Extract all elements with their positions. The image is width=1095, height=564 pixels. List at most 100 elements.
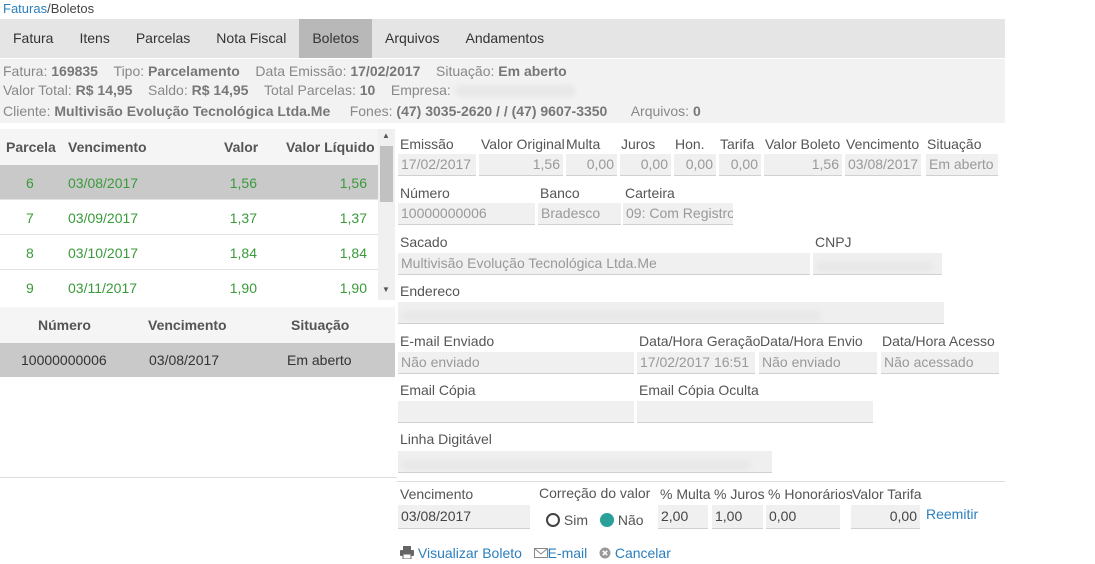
table-row[interactable]: 9 03/11/2017 1,90 1,90 — [0, 270, 378, 300]
tab-bar: Fatura Itens Parcelas Nota Fiscal Boleto… — [0, 19, 1005, 58]
correcao-nao-option[interactable]: Não — [600, 512, 644, 528]
cnpj-redacted — [816, 261, 934, 272]
parcelas-scroll-thumb[interactable] — [380, 146, 393, 202]
cliente-value: Multivisão Evolução Tecnológica Ltda.Me — [54, 103, 331, 119]
valor-tarifa-field[interactable]: 0,00 — [851, 505, 920, 529]
visualizar-boleto-button[interactable]: Visualizar Boleto — [400, 545, 526, 561]
linha-digitavel-field[interactable] — [398, 451, 772, 473]
data-geracao-label: Data/Hora Geração — [639, 333, 761, 349]
tab-parcelas[interactable]: Parcelas — [123, 19, 203, 58]
email-label: E-mail — [547, 545, 588, 561]
endereco-redacted — [401, 310, 821, 321]
tipo-value: Parcelamento — [148, 63, 240, 79]
empresa-redacted — [454, 85, 575, 98]
tab-itens[interactable]: Itens — [66, 19, 122, 58]
breadcrumb-faturas-link[interactable]: Faturas — [3, 1, 47, 16]
numero-field[interactable]: 10000000006 — [398, 203, 535, 225]
email-copia-oculta-field[interactable] — [637, 401, 873, 423]
email-button[interactable]: E-mail — [533, 545, 592, 561]
invoice-info-panel: Fatura: 169835 Tipo: Parcelamento Data E… — [0, 59, 1005, 123]
cancel-icon — [599, 547, 611, 559]
col-valor: Valor — [224, 139, 259, 155]
tarifa-field[interactable]: 0,00 — [719, 154, 761, 176]
vencimento-field[interactable]: 03/08/2017 — [845, 154, 921, 176]
email-copia-oculta-label: Email Cópia Oculta — [639, 382, 759, 398]
tab-nota-fiscal[interactable]: Nota Fiscal — [203, 19, 299, 58]
correcao-sim-option[interactable]: Sim — [546, 512, 588, 528]
endereco-label: Endereco — [400, 283, 460, 299]
sacado-field[interactable]: Multivisão Evolução Tecnológica Ltda.Me — [398, 253, 810, 275]
scroll-up-icon[interactable]: ▲ — [382, 131, 390, 140]
radio-sim[interactable] — [546, 513, 560, 527]
col-vencimento: Vencimento — [68, 139, 147, 155]
pct-juros-field[interactable]: 1,00 — [712, 505, 763, 529]
linha-digitavel-redacted — [401, 459, 751, 470]
col-vencimento: Vencimento — [148, 317, 227, 333]
email-copia-field[interactable] — [398, 401, 634, 423]
data-envio-label: Data/Hora Envio — [760, 333, 863, 349]
emissao-field[interactable]: 17/02/2017 — [398, 154, 476, 176]
juros-field[interactable]: 0,00 — [620, 154, 671, 176]
cell-liquido: 1,37 — [339, 210, 367, 226]
data-acesso-field[interactable]: Não acessado — [881, 352, 999, 374]
data-geracao-field[interactable]: 17/02/2017 16:51 — [637, 352, 755, 374]
parcelas-list: 6 03/08/2017 1,56 1,56 7 03/09/2017 1,37… — [0, 165, 378, 300]
email-enviado-field[interactable]: Não enviado — [398, 352, 634, 374]
endereco-field[interactable] — [398, 302, 944, 324]
cell-vencimento: 03/08/2017 — [68, 175, 139, 191]
hon-field[interactable]: 0,00 — [674, 154, 716, 176]
tab-fatura[interactable]: Fatura — [0, 19, 66, 58]
col-valor-liquido: Valor Líquido — [286, 139, 375, 155]
valor-original-field[interactable]: 1,56 — [479, 154, 563, 176]
pct-multa-label: % Multa — [660, 486, 711, 502]
tab-andamentos[interactable]: Andamentos — [453, 19, 558, 58]
cell-parcela: 8 — [26, 245, 34, 261]
multa-label: Multa — [566, 136, 601, 152]
reemitir-vencimento-field[interactable]: 03/08/2017 — [398, 505, 530, 529]
cancelar-button[interactable]: Cancelar — [599, 545, 671, 561]
table-row[interactable]: 8 03/10/2017 1,84 1,84 — [0, 235, 378, 270]
valor-boleto-field[interactable]: 1,56 — [764, 154, 842, 176]
cnpj-field[interactable] — [813, 253, 942, 275]
cell-liquido: 1,90 — [339, 280, 367, 296]
pct-multa-field[interactable]: 2,00 — [658, 505, 708, 529]
action-bar: Visualizar Boleto E-mail Cancelar — [400, 545, 671, 561]
juros-label: Juros — [621, 136, 656, 152]
email-enviado-label: E-mail Enviado — [400, 333, 495, 349]
valor-original-label: Valor Original — [481, 136, 565, 152]
cell-valor: 1,56 — [229, 175, 257, 191]
cell-valor: 1,37 — [229, 210, 257, 226]
banco-label: Banco — [540, 185, 580, 201]
reemitir-button[interactable]: Reemitir — [926, 506, 978, 522]
radio-nao[interactable] — [600, 513, 614, 527]
situacao-field[interactable]: Em aberto — [926, 154, 998, 176]
sacado-label: Sacado — [400, 234, 448, 250]
cancelar-label: Cancelar — [614, 545, 671, 561]
table-row[interactable]: 6 03/08/2017 1,56 1,56 — [0, 165, 378, 200]
table-row[interactable]: 10000000006 03/08/2017 Em aberto — [0, 343, 395, 377]
valor-total-label: Valor Total: — [3, 82, 72, 98]
pct-honorarios-field[interactable]: 0,00 — [766, 505, 840, 529]
info-row-1: Fatura: 169835 Tipo: Parcelamento Data E… — [3, 63, 567, 79]
boletos-header: Número Vencimento Situação — [0, 307, 395, 343]
numero-label: Número — [400, 185, 450, 201]
scroll-down-icon[interactable]: ▼ — [382, 285, 390, 294]
situacao-value: Em aberto — [498, 63, 567, 79]
tab-arquivos[interactable]: Arquivos — [372, 19, 452, 58]
cliente-label: Cliente: — [3, 103, 51, 119]
fatura-value: 169835 — [51, 63, 98, 79]
carteira-field[interactable]: 09: Com Registro — [623, 203, 733, 225]
pct-honorarios-label: % Honorários — [768, 486, 853, 502]
multa-field[interactable]: 0,00 — [566, 154, 617, 176]
tab-boletos[interactable]: Boletos — [299, 19, 373, 58]
emissao-label: Data Emissão: — [255, 63, 347, 79]
cell-numero: 10000000006 — [21, 352, 107, 368]
info-row-2: Valor Total: R$ 14,95 Saldo: R$ 14,95 To… — [3, 82, 575, 98]
table-row[interactable]: 7 03/09/2017 1,37 1,37 — [0, 200, 378, 235]
banco-field[interactable]: Bradesco — [538, 203, 621, 225]
fones-value: (47) 3035-2620 / / (47) 9607-3350 — [396, 103, 608, 119]
cell-liquido: 1,84 — [339, 245, 367, 261]
total-parcelas-label: Total Parcelas: — [264, 82, 356, 98]
cell-valor: 1,84 — [229, 245, 257, 261]
data-envio-field[interactable]: Não enviado — [759, 352, 877, 374]
